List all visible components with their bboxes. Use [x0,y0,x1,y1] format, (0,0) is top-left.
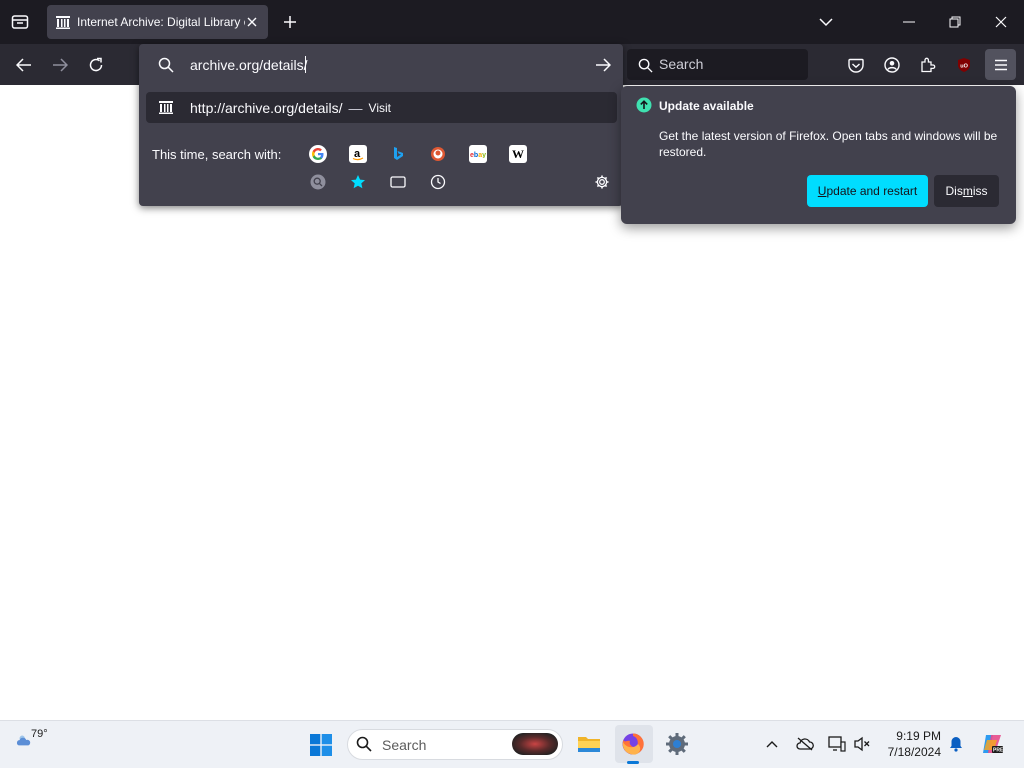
close-tab-icon[interactable] [244,14,260,30]
firefox-icon[interactable] [620,731,646,757]
clock-time[interactable]: 9:19 PM [887,729,941,743]
search-highlight-image[interactable] [512,733,558,755]
history-icon[interactable] [429,173,447,191]
archive-icon [55,14,71,30]
wikipedia-icon[interactable]: W [509,145,527,163]
show-hidden-icons-chevron-icon[interactable] [764,736,780,752]
url-input[interactable] [190,55,570,75]
svg-text:uO: uO [960,64,968,70]
search-icon [637,57,653,73]
active-app-indicator [627,761,639,764]
forward-icon[interactable] [48,54,72,76]
ebay-icon[interactable]: ebay [469,145,487,163]
reload-icon[interactable] [84,54,108,76]
dismiss-button[interactable]: Dis m iss [934,175,999,207]
history-search-icon[interactable] [309,173,327,191]
list-all-tabs-icon[interactable] [816,12,836,32]
search-box[interactable] [627,49,808,80]
search-with-label: This time, search with: [152,147,282,162]
pocket-icon[interactable] [845,54,867,76]
duckduckgo-icon[interactable] [429,145,447,163]
notification-bell-icon[interactable] [947,735,965,753]
amazon-icon[interactable]: a [349,145,367,163]
dismiss-button-label-start: Dis [945,184,963,198]
search-icon [355,735,373,753]
go-arrow-icon[interactable] [592,55,614,75]
new-tab-icon[interactable] [280,12,300,32]
svg-text:a: a [354,148,361,160]
url-suggestion[interactable]: http://archive.org/details/ — Visit [146,92,617,123]
update-arrow-icon [636,97,652,113]
text-cursor [305,56,306,73]
extensions-icon[interactable] [917,54,939,76]
windows-start-icon[interactable] [309,733,333,757]
settings-gear-icon[interactable] [664,731,690,757]
ublock-origin-icon[interactable]: uO [953,54,975,76]
update-and-restart-button[interactable]: Update and restart [807,175,928,207]
bookmarks-icon[interactable] [349,173,367,191]
volume-muted-icon[interactable] [852,735,872,753]
minimize-icon[interactable] [898,12,920,32]
tabs-icon[interactable] [389,173,407,191]
file-explorer-icon[interactable] [576,732,602,756]
copilot-icon[interactable]: PRE [979,731,1005,757]
dismiss-button-access-key: m [962,184,973,198]
app-menu-hamburger-icon[interactable] [985,49,1016,80]
weather-temperature[interactable]: 79° [31,728,48,740]
google-icon[interactable] [309,145,327,163]
update-title: Update available [659,99,754,113]
svg-text:PRE: PRE [993,748,1004,754]
search-icon [156,55,176,75]
account-icon[interactable] [881,54,903,76]
dismiss-button-label-end: iss [972,184,988,198]
svg-text:ebay: ebay [470,152,486,158]
restore-icon[interactable] [944,12,966,32]
onedrive-offline-icon[interactable] [795,735,815,753]
suggestion-action: Visit [368,100,391,115]
svg-text:W: W [512,147,524,161]
search-input[interactable] [659,56,799,72]
firefox-view-icon[interactable] [8,11,32,33]
tab-internet-archive[interactable]: Internet Archive: Digital Library of Fre… [47,5,268,39]
update-button-label: pdate and restart [826,184,918,198]
display-network-icon[interactable] [827,735,847,753]
suggestion-separator: — [348,99,363,116]
weather-cloud-icon[interactable] [16,728,32,752]
search-settings-gear-icon[interactable] [593,173,611,191]
suggestion-url: http://archive.org/details/ [190,99,343,116]
archive-icon [158,99,174,115]
update-description: Get the latest version of Firefox. Open … [659,129,998,159]
update-button-access-key: U [817,184,827,198]
bing-icon[interactable] [389,145,407,163]
close-window-icon[interactable] [990,12,1012,32]
taskbar-search-label: Search [382,737,427,753]
back-icon[interactable] [12,54,36,76]
tab-title: Internet Archive: Digital Library of Fre… [77,15,245,29]
clock-date[interactable]: 7/18/2024 [880,745,941,759]
